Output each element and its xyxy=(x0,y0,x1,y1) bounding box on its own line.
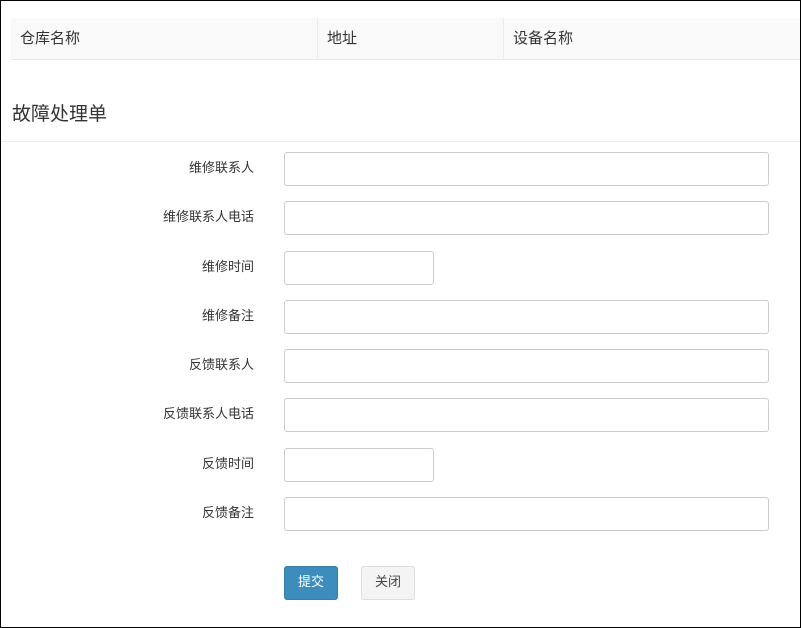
form-row-repair-contact: 维修联系人 xyxy=(1,152,800,186)
repair-notes-label: 维修备注 xyxy=(201,309,254,324)
repair-time-input[interactable] xyxy=(284,251,434,285)
form-row-feedback-notes: 反馈备注 xyxy=(1,497,800,531)
feedback-contact-input[interactable] xyxy=(284,349,769,383)
column-header-warehouse-name: 仓库名称 xyxy=(11,18,318,59)
section-title: 故障处理单 xyxy=(12,103,108,125)
close-button[interactable]: 关闭 xyxy=(361,566,415,600)
repair-time-label: 维修时间 xyxy=(201,260,254,275)
info-table-header: 仓库名称 地址 设备名称 xyxy=(11,18,800,60)
feedback-notes-input[interactable] xyxy=(284,497,769,531)
feedback-contact-label: 反馈联系人 xyxy=(188,358,254,373)
repair-notes-input[interactable] xyxy=(284,300,769,334)
form-row-feedback-contact-phone: 反馈联系人电话 xyxy=(1,398,800,432)
feedback-contact-phone-label: 反馈联系人电话 xyxy=(162,407,254,422)
feedback-time-label: 反馈时间 xyxy=(201,457,254,472)
form-row-repair-contact-phone: 维修联系人电话 xyxy=(1,201,800,235)
column-header-address: 地址 xyxy=(318,18,504,59)
form-row-feedback-contact: 反馈联系人 xyxy=(1,349,800,383)
repair-contact-phone-input[interactable] xyxy=(284,201,769,235)
submit-button[interactable]: 提交 xyxy=(284,566,338,600)
feedback-notes-label: 反馈备注 xyxy=(201,506,254,521)
feedback-time-input[interactable] xyxy=(284,448,434,482)
column-header-device-name: 设备名称 xyxy=(513,29,574,47)
section-divider xyxy=(1,141,800,142)
form-row-feedback-time: 反馈时间 xyxy=(1,448,800,482)
repair-contact-label: 维修联系人 xyxy=(188,161,254,176)
repair-contact-input[interactable] xyxy=(284,152,769,186)
form-row-repair-time: 维修时间 xyxy=(1,251,800,285)
repair-contact-phone-label: 维修联系人电话 xyxy=(162,210,254,225)
dialog-frame: 仓库名称 地址 设备名称 故障处理单 维修联系人 维修联系人电话 维修时间 维修… xyxy=(0,0,801,628)
feedback-contact-phone-input[interactable] xyxy=(284,398,769,432)
form-row-repair-notes: 维修备注 xyxy=(1,300,800,334)
